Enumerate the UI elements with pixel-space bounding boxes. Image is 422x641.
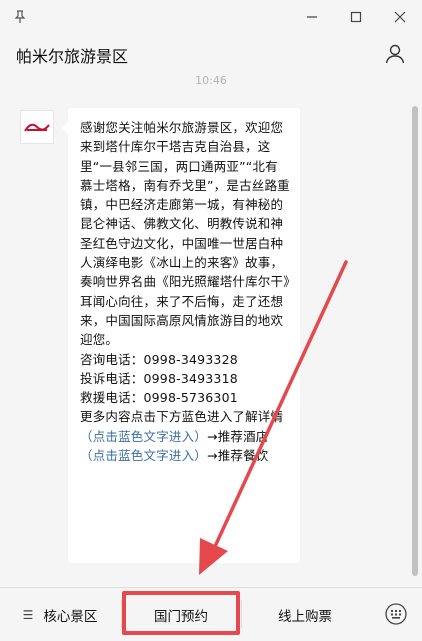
dining-label: →推荐餐饮	[207, 448, 269, 464]
hotel-link[interactable]: （点击蓝色文字进入）	[80, 429, 207, 444]
window-titlebar	[0, 0, 422, 34]
chat-area: 感谢您关注帕米尔旅游景区，欢迎您来到塔什库尔干塔吉克自治县，这里“一县邻三国，两…	[0, 88, 422, 586]
official-account-logo[interactable]	[20, 110, 54, 144]
chat-scrollbar[interactable]	[412, 106, 418, 576]
menu-item-label: 核心景区	[43, 608, 98, 625]
hotel-label: →推荐酒店	[207, 428, 269, 444]
consult-phone: 咨询电话：0998-3493328	[80, 351, 238, 367]
hotel-line: （点击蓝色文字进入）→推荐酒店	[80, 427, 290, 446]
chat-title: 帕米尔旅游景区	[16, 47, 129, 66]
intro-text: 感谢您关注帕米尔旅游景区，欢迎您来到塔什库尔干塔吉克自治县，这里“一县邻三国，两…	[80, 120, 290, 348]
menu-item-label: 线上购票	[278, 608, 332, 625]
message-timestamp: 10:46	[195, 74, 227, 87]
highlight-box	[122, 591, 240, 635]
chat-header: 帕米尔旅游景区	[0, 34, 422, 74]
dining-line: （点击蓝色文字进入）→推荐餐饮	[80, 446, 290, 465]
complaint-phone: 投诉电话：0998-3493318	[80, 370, 238, 386]
maximize-icon[interactable]	[336, 0, 376, 34]
person-icon[interactable]	[384, 43, 406, 65]
more-info-text: 更多内容点击下方蓝色进入了解详情	[80, 409, 284, 425]
rescue-phone: 救援电话：0998-5736301	[80, 390, 238, 406]
pin-icon[interactable]	[6, 0, 34, 34]
menu-item-online-tickets[interactable]: 线上购票	[242, 588, 368, 641]
hamburger-icon: ☰	[22, 607, 34, 622]
dining-link[interactable]: （点击蓝色文字进入）	[80, 448, 207, 463]
keyboard-icon[interactable]	[384, 602, 408, 626]
message-text: 感谢您关注帕米尔旅游景区，欢迎您来到塔什库尔干塔吉克自治县，这里“一县邻三国，两…	[80, 118, 290, 465]
menu-item-core-scenic[interactable]: ☰ 核心景区	[0, 588, 120, 641]
minimize-icon[interactable]	[292, 0, 332, 34]
close-icon[interactable]	[380, 0, 420, 34]
message-bubble: 感谢您关注帕米尔旅游景区，欢迎您来到塔什库尔干塔吉克自治县，这里“一县邻三国，两…	[62, 108, 300, 563]
